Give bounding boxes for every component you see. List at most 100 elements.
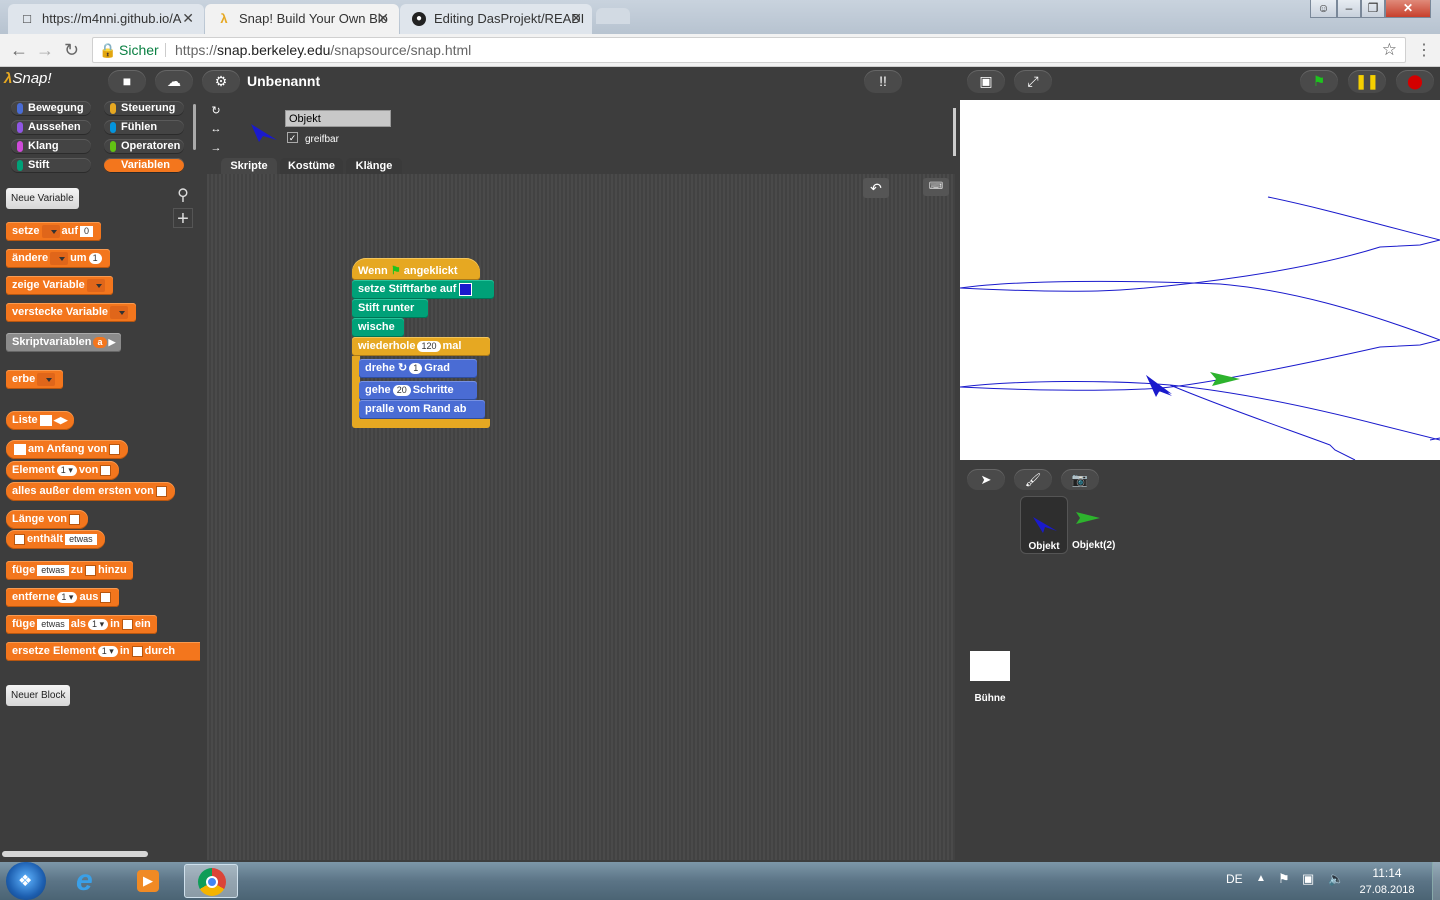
block-am-anfang-von[interactable]: am Anfang von — [6, 440, 129, 459]
sprite-name-field[interactable] — [285, 110, 391, 127]
rotate-lr-icon[interactable]: ↔ — [209, 123, 223, 137]
dropdown-arrow-icon[interactable] — [41, 224, 60, 238]
show-desktop-button[interactable] — [1432, 862, 1440, 900]
file-menu-button[interactable]: ■ — [108, 70, 146, 93]
rotate-none-icon[interactable]: → — [209, 142, 223, 156]
new-variable-button[interactable]: Neue Variable — [6, 188, 79, 209]
stop-button[interactable]: ⬤ — [1396, 70, 1434, 93]
dropdown-arrow-icon[interactable] — [37, 372, 56, 386]
tab-kostueme[interactable]: Kostüme — [280, 158, 343, 174]
new-block-button[interactable]: Neuer Block — [6, 685, 71, 706]
pen-color-swatch[interactable] — [459, 282, 473, 296]
block-turn-right[interactable]: drehe ↻ 1 Grad — [359, 359, 477, 378]
draggable-checkbox[interactable]: ✓ — [287, 132, 298, 143]
block-ersetze-element[interactable]: ersetze Element 1 ▾ in durch — [6, 642, 200, 661]
rotate-full-icon[interactable]: ↻ — [209, 104, 223, 118]
browser-tab-2[interactable]: λ Snap! Build Your Own Blo ✕ — [205, 4, 399, 34]
block-erbe[interactable]: erbe — [6, 370, 64, 389]
category-operatoren[interactable]: Operatoren — [104, 139, 184, 154]
list-slot[interactable] — [39, 414, 52, 426]
block-set-pen-color[interactable]: setze Stiftfarbe auf — [352, 280, 494, 299]
keyboard-entry-button[interactable]: !! — [864, 70, 902, 93]
dropdown-arrow-icon[interactable] — [110, 305, 129, 319]
corral-sprite-objekt[interactable]: Objekt — [1020, 496, 1068, 554]
category-stift[interactable]: Stift — [11, 158, 91, 173]
sprite-bar-scrollbar[interactable] — [953, 108, 956, 156]
green-flag-button[interactable]: ⚑ — [1300, 70, 1338, 93]
reload-icon[interactable]: ↻ — [64, 40, 79, 61]
block-liste[interactable]: Liste ◀▶ — [6, 411, 74, 430]
keyboard-icon[interactable]: ⌨ — [923, 178, 949, 196]
undo-icon[interactable]: ↶ — [863, 178, 889, 198]
presentation-mode-button[interactable]: ⤢ — [1014, 70, 1052, 93]
tab-klaenge[interactable]: Klänge — [346, 158, 402, 174]
browser-tab-1[interactable]: □ https://m4nni.github.io/A ✕ — [8, 4, 204, 34]
add-turtle-sprite-button[interactable]: ➤ — [967, 469, 1005, 490]
taskbar-internet-explorer[interactable]: e — [62, 864, 116, 898]
maximize-button[interactable]: ❐ — [1361, 0, 1385, 18]
pause-button[interactable]: ❚❚ — [1348, 70, 1386, 93]
block-skriptvariablen[interactable]: Skriptvariablen a ▶ — [6, 333, 122, 352]
show-hidden-icons-icon[interactable]: ▲ — [1256, 873, 1266, 884]
dropdown-arrow-icon[interactable] — [86, 278, 105, 292]
category-bewegung[interactable]: Bewegung — [11, 101, 91, 116]
settings-menu-button[interactable]: ⚙ — [202, 70, 240, 93]
start-button[interactable]: ❖ — [6, 862, 46, 900]
dropdown-arrow-icon[interactable] — [50, 251, 69, 265]
block-move-steps[interactable]: gehe 20 Schritte — [359, 381, 477, 400]
close-tab-icon[interactable]: ✕ — [377, 10, 389, 27]
clock-time[interactable]: 11:14 — [1352, 866, 1422, 880]
block-pen-down[interactable]: Stift runter — [352, 299, 428, 318]
sprite-objekt2[interactable] — [1210, 372, 1240, 386]
scripts-area[interactable]: ↶ ⌨ Wenn ⚑ angeklickt setze Stiftfarbe a… — [207, 174, 955, 860]
block-zeige-variable[interactable]: zeige Variable — [6, 276, 113, 295]
tab-skripte[interactable]: Skripte — [221, 158, 277, 174]
list-slot[interactable] — [14, 443, 26, 455]
close-window-button[interactable]: ✕ — [1385, 0, 1431, 18]
block-clear[interactable]: wische — [352, 318, 404, 337]
block-fuege-hinzu[interactable]: füge etwas zu hinzu — [6, 561, 133, 580]
arrows-icon[interactable]: ◀▶ — [54, 415, 68, 425]
category-variablen[interactable]: Variablen — [104, 158, 184, 173]
cloud-menu-button[interactable]: ☁ — [155, 70, 193, 93]
category-scrollbar[interactable] — [193, 104, 196, 150]
new-tab-button[interactable] — [596, 8, 630, 24]
browser-tab-3[interactable]: ● Editing DasProjekt/READI ✕ — [400, 4, 592, 34]
network-icon[interactable]: ▣ — [1302, 871, 1314, 887]
corral-sprite-objekt2[interactable]: Objekt(2) — [1072, 496, 1120, 554]
block-verstecke-variable[interactable]: verstecke Variable — [6, 303, 137, 322]
block-fuege-als-ein[interactable]: füge etwas als 1 ▾ in ein — [6, 615, 157, 634]
forward-icon[interactable]: → — [36, 40, 54, 61]
snap-logo[interactable]: λSnap! — [4, 70, 52, 92]
bookmark-star-icon[interactable]: ☆ — [1382, 38, 1397, 62]
clock-date[interactable]: 27.08.2018 — [1352, 884, 1422, 896]
close-tab-icon[interactable]: ✕ — [182, 10, 194, 27]
minimize-button[interactable]: – — [1337, 0, 1361, 18]
category-steuerung[interactable]: Steuerung — [104, 101, 184, 116]
palette-scrollbar[interactable] — [2, 851, 148, 857]
category-klang[interactable]: Klang — [11, 139, 91, 154]
block-bounce-edge[interactable]: pralle vom Rand ab — [359, 400, 485, 419]
block-laenge-von[interactable]: Länge von — [6, 510, 89, 529]
block-when-flag-clicked[interactable]: Wenn ⚑ angeklickt — [352, 258, 480, 280]
action-center-flag-icon[interactable]: ⚑ — [1278, 871, 1290, 887]
taskbar-chrome[interactable] — [184, 864, 238, 898]
plus-icon[interactable]: + — [173, 208, 193, 229]
block-alles-ausser-dem-ersten[interactable]: alles außer dem ersten von — [6, 482, 175, 501]
arrow-right-icon[interactable]: ▶ — [109, 337, 116, 347]
block-enthaelt[interactable]: enthält etwas — [6, 530, 105, 549]
paint-sprite-button[interactable]: 🖌 — [1014, 469, 1052, 490]
volume-icon[interactable]: 🔈 — [1328, 871, 1344, 887]
back-icon[interactable]: ← — [10, 40, 28, 61]
user-icon[interactable]: ☺ — [1310, 0, 1337, 18]
stage-size-button[interactable]: ▣ — [967, 70, 1005, 93]
url-field[interactable]: 🔒 Sicher https://snap.berkeley.edu/snaps… — [92, 37, 1406, 63]
camera-sprite-button[interactable]: 📷 — [1061, 469, 1099, 490]
category-fuehlen[interactable]: Fühlen — [104, 120, 184, 135]
search-icon[interactable]: ⚲ — [173, 185, 193, 205]
menu-kebab-icon[interactable]: ⋮ — [1416, 40, 1432, 60]
stage[interactable] — [959, 100, 1440, 461]
block-element-von[interactable]: Element 1 ▾ von — [6, 461, 120, 480]
block-aendere-variable[interactable]: ändere um 1 — [6, 249, 110, 268]
block-entferne[interactable]: entferne 1 ▾ aus — [6, 588, 120, 607]
